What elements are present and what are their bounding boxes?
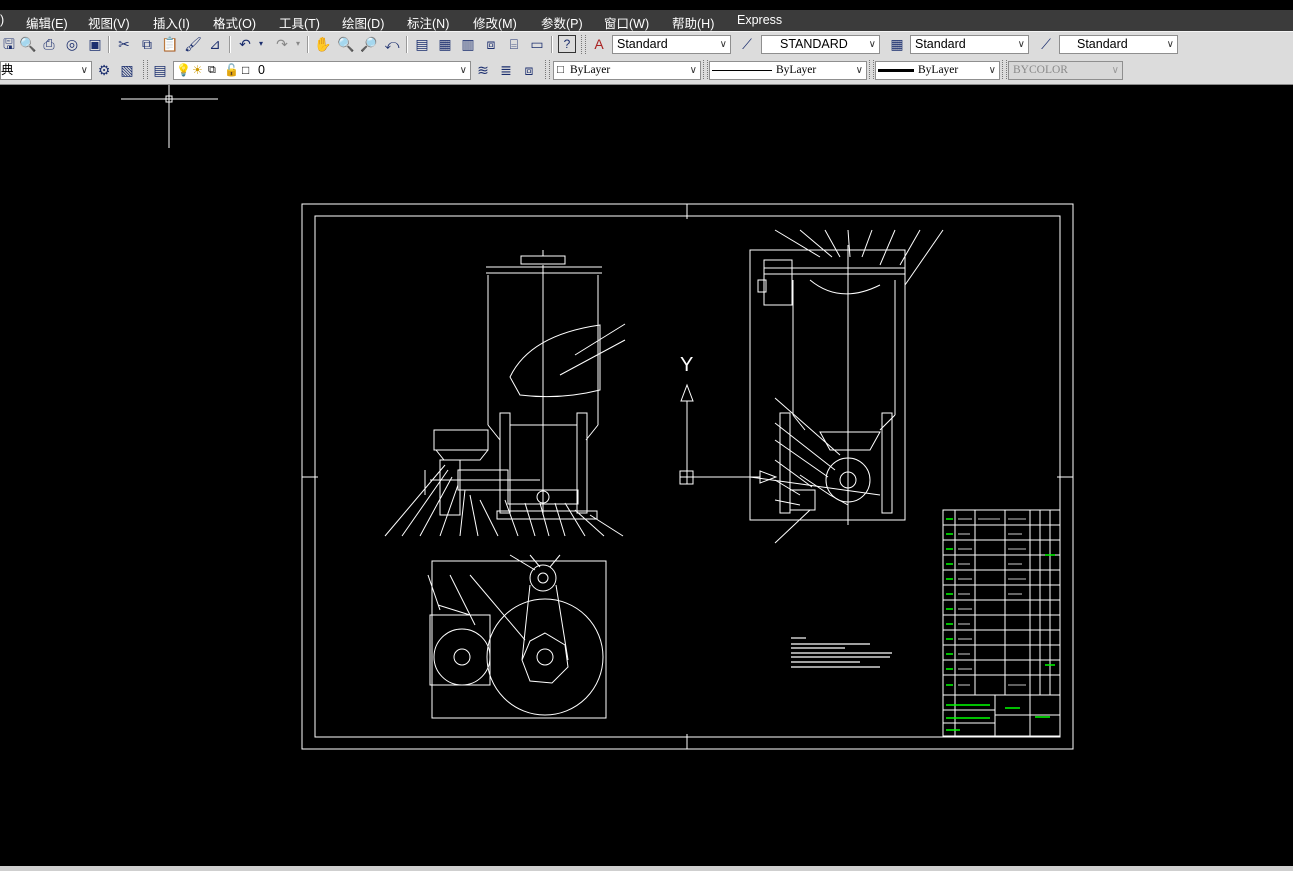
linetype-dropdown[interactable]: ByLayer ∨	[709, 61, 867, 80]
layer-on-icon: 💡	[176, 63, 191, 77]
menu-item[interactable]: 格式(O)	[213, 13, 256, 32]
save-icon[interactable]: 🖫	[0, 35, 18, 53]
workspace-settings-icon[interactable]: ⚙	[95, 61, 113, 79]
menu-bar: ) 编辑(E) 视图(V) 插入(I) 格式(O) 工具(T) 绘图(D) 标注(N) 修改(M…	[0, 10, 1293, 31]
layer-lock-icon: 🔓	[224, 63, 239, 77]
table-style-icon: ▦	[890, 36, 904, 52]
layer-state-icon[interactable]: ≣	[497, 61, 515, 79]
menu-item[interactable]: 视图(V)	[88, 13, 130, 32]
zoom-previous-icon[interactable]: ⤺	[383, 35, 401, 53]
drawing-canvas[interactable]: Y	[0, 85, 1293, 866]
ucs-icon	[679, 383, 778, 485]
layer-viewport-freeze-icon: ⧉	[208, 64, 216, 76]
layer-dropdown[interactable]: 💡 ☀ ⧉ 🔓 □ 0 ∨	[173, 61, 471, 80]
match-properties-icon[interactable]: 🖌	[184, 35, 202, 53]
pan-icon[interactable]: ✋	[314, 35, 332, 53]
menu-item[interactable]: 窗口(W)	[604, 13, 649, 32]
menu-item[interactable]: 编辑(E)	[26, 13, 68, 32]
layer-previous-icon[interactable]: ≋	[474, 61, 492, 79]
undo-dropdown-icon[interactable]: ▾	[256, 35, 266, 53]
color-dropdown[interactable]: □ ByLayer ∨	[553, 61, 701, 80]
layers-properties-toolbar: 典 ∨ ⚙ ▧ ▤ 💡 ☀ ⧉ 🔓 □ 0 ∨ ≋ ≣ ⧈ □ ByLayer ∨ B…	[0, 57, 1293, 85]
design-center-icon[interactable]: ▦	[436, 35, 454, 53]
undo-icon[interactable]: ↶	[236, 35, 254, 53]
menu-item[interactable]: 插入(I)	[153, 13, 190, 32]
workspace-dropdown[interactable]: 典 ∨	[0, 61, 92, 80]
mleader-style-icon: ⟋	[1041, 36, 1051, 52]
plot-preview-icon[interactable]: 🔍	[19, 35, 37, 53]
cut-icon[interactable]: ✂	[115, 35, 133, 53]
menu-item[interactable]: 工具(T)	[279, 13, 320, 32]
redo-icon[interactable]: ↷	[273, 35, 291, 53]
properties-icon[interactable]: ▤	[413, 35, 431, 53]
table-style-dropdown[interactable]: Standard ∨	[910, 35, 1029, 54]
front-view	[384, 250, 626, 537]
tool-palette-icon[interactable]: ▥	[459, 35, 477, 53]
make-current-icon[interactable]: ⧈	[520, 61, 538, 79]
help-icon[interactable]: ?	[558, 35, 576, 53]
top-view	[427, 554, 607, 719]
mleader-style-dropdown[interactable]: Standard ∨	[1059, 35, 1178, 54]
block-editor-icon[interactable]: ⊿	[206, 35, 224, 53]
menu-item[interactable]: 标注(N)	[407, 13, 449, 32]
etransmit-icon[interactable]: ▣	[86, 35, 104, 53]
menu-item[interactable]: 绘图(D)	[342, 13, 384, 32]
menu-item[interactable]: )	[0, 13, 4, 27]
menu-item[interactable]: 帮助(H)	[672, 13, 714, 32]
publish-icon[interactable]: ◎	[63, 35, 81, 53]
text-style-dropdown[interactable]: Standard ∨	[612, 35, 731, 54]
ucs-y-label: Y	[680, 354, 693, 376]
plotstyle-dropdown[interactable]: BYCOLOR ∨	[1008, 61, 1123, 80]
standard-toolbar: 🖫 🔍 ⎙ ◎ ▣ ✂ ⧉ 📋 🖌 ⊿ ↶ ▾ ↷ ▾ ✋ 🔍 🔎 ⤺ ▤ ▦ …	[0, 31, 1293, 58]
zoom-realtime-icon[interactable]: 🔍	[337, 35, 355, 53]
menu-item[interactable]: 修改(M)	[473, 13, 517, 32]
copy-icon[interactable]: ⧉	[138, 35, 156, 53]
quickcalc-icon[interactable]: ▭	[528, 35, 546, 53]
layer-freeze-icon: ☀	[192, 63, 203, 77]
redo-dropdown-icon[interactable]: ▾	[293, 35, 303, 53]
menu-item[interactable]: Express	[737, 13, 782, 27]
menu-item[interactable]: 参数(P)	[541, 13, 583, 32]
sheet-set-icon[interactable]: ⧈	[482, 35, 500, 53]
text-style-icon: A	[594, 36, 604, 52]
layer-color-icon: □	[242, 63, 250, 77]
plot-icon[interactable]: ⎙	[40, 35, 58, 53]
title-block-highlights	[946, 518, 1055, 731]
side-view	[749, 229, 944, 544]
crosshair-cursor	[121, 85, 218, 148]
dim-style-icon: ⟋	[742, 36, 752, 52]
lineweight-dropdown[interactable]: ByLayer ∨	[875, 61, 1000, 80]
layer-manager-icon[interactable]: ▤	[151, 61, 169, 79]
zoom-window-icon[interactable]: 🔎	[360, 35, 378, 53]
status-strip	[0, 866, 1293, 871]
customize-icon[interactable]: ▧	[118, 61, 136, 79]
markup-icon[interactable]: ⌸	[505, 35, 523, 53]
technical-notes	[791, 637, 892, 668]
paste-icon[interactable]: 📋	[161, 35, 179, 53]
title-block	[942, 509, 1061, 737]
dim-style-dropdown[interactable]: STANDARD ∨	[761, 35, 880, 54]
